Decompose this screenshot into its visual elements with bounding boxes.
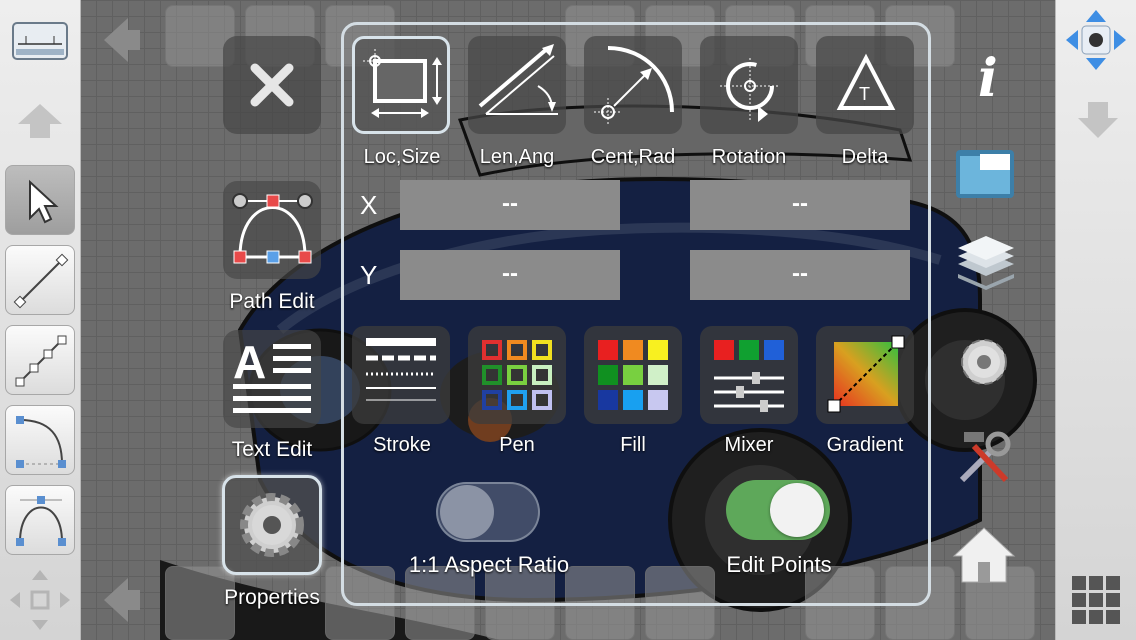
left-toolbar bbox=[0, 0, 81, 640]
tab-rotation-label: Rotation bbox=[711, 146, 787, 168]
close-icon bbox=[250, 63, 294, 107]
pen-palette-icon bbox=[482, 340, 552, 410]
text-edit-label: Text Edit bbox=[231, 438, 313, 461]
tab-rotation[interactable] bbox=[700, 36, 798, 134]
arc-tool[interactable] bbox=[5, 405, 75, 475]
delta-icon: T bbox=[836, 53, 896, 110]
curve-tool[interactable] bbox=[5, 485, 75, 555]
right-toolbar bbox=[1055, 0, 1136, 640]
move-pan-icon[interactable] bbox=[8, 568, 72, 632]
scroll-up-icon[interactable] bbox=[16, 100, 64, 140]
stroke-icon bbox=[366, 338, 436, 401]
stroke-label: Stroke bbox=[373, 434, 431, 456]
line-tool[interactable] bbox=[5, 245, 75, 315]
y-value-field-2[interactable]: -- bbox=[690, 250, 910, 300]
settings-gear-icon[interactable] bbox=[952, 330, 1016, 394]
svg-text:i: i bbox=[978, 48, 998, 108]
tools-icon[interactable] bbox=[952, 426, 1016, 490]
aspect-ratio-toggle-knob bbox=[440, 485, 494, 539]
polyline-icon bbox=[15, 335, 67, 387]
rotation-icon bbox=[720, 58, 780, 122]
polyline-tool[interactable] bbox=[5, 325, 75, 395]
tab-delta-label: Delta bbox=[841, 146, 889, 168]
stroke-button[interactable] bbox=[352, 326, 450, 424]
x-axis-label: X bbox=[360, 190, 378, 220]
bezier-curve-icon bbox=[16, 496, 66, 546]
pen-button[interactable] bbox=[468, 326, 566, 424]
mixer-icon bbox=[714, 340, 784, 412]
select-tool[interactable] bbox=[5, 165, 75, 235]
tab-loc-size[interactable] bbox=[352, 36, 450, 134]
home-icon[interactable] bbox=[952, 524, 1016, 588]
mixer-button[interactable] bbox=[700, 326, 798, 424]
x-value-field-2[interactable]: -- bbox=[690, 180, 910, 230]
properties-label: Properties bbox=[224, 586, 320, 609]
tab-len-ang[interactable] bbox=[468, 36, 566, 134]
folder-icon[interactable] bbox=[954, 140, 1018, 204]
arrow-cursor-icon bbox=[29, 179, 59, 224]
tab-delta[interactable]: T bbox=[816, 36, 914, 134]
path-edit-label: Path Edit bbox=[229, 290, 315, 313]
aspect-ratio-label: 1:1 Aspect Ratio bbox=[408, 552, 570, 577]
edit-points-label: Edit Points bbox=[726, 552, 832, 577]
gear-icon bbox=[240, 493, 304, 557]
line-icon bbox=[13, 253, 69, 309]
fill-label: Fill bbox=[620, 434, 646, 456]
back-arrow-icon bbox=[104, 18, 140, 62]
tab-len-ang-label: Len,Ang bbox=[479, 146, 555, 168]
path-edit-icon bbox=[232, 193, 313, 264]
close-button[interactable] bbox=[223, 36, 321, 134]
center-radius-icon bbox=[594, 46, 674, 126]
loc-size-icon bbox=[363, 49, 442, 118]
tab-cent-rad-label: Cent,Rad bbox=[590, 146, 676, 168]
arc-icon bbox=[16, 416, 66, 468]
gradient-label: Gradient bbox=[826, 434, 904, 456]
layers-icon[interactable] bbox=[954, 236, 1018, 300]
properties-button[interactable] bbox=[222, 475, 322, 575]
scroll-down-icon[interactable] bbox=[1076, 100, 1120, 140]
pen-label: Pen bbox=[499, 434, 535, 456]
nudge-pad-icon[interactable] bbox=[1064, 8, 1128, 72]
fill-palette-icon bbox=[598, 340, 668, 410]
gradient-button[interactable] bbox=[816, 326, 914, 424]
fill-button[interactable] bbox=[584, 326, 682, 424]
y-value-field-1[interactable]: -- bbox=[400, 250, 620, 300]
path-edit-button[interactable] bbox=[223, 181, 321, 279]
aspect-ratio-toggle[interactable] bbox=[436, 482, 540, 542]
edit-points-toggle[interactable] bbox=[726, 480, 830, 540]
length-angle-icon bbox=[478, 44, 558, 115]
text-edit-icon: A bbox=[233, 336, 311, 413]
gradient-icon bbox=[827, 335, 905, 413]
tab-loc-size-label: Loc,Size bbox=[363, 146, 441, 168]
svg-text:T: T bbox=[859, 84, 870, 104]
edit-points-toggle-knob bbox=[770, 483, 824, 537]
info-icon[interactable]: i bbox=[960, 44, 1024, 109]
ruler-icon[interactable] bbox=[12, 22, 68, 60]
svg-text:A: A bbox=[233, 336, 266, 388]
mixer-label: Mixer bbox=[724, 434, 774, 456]
text-edit-button[interactable]: A bbox=[223, 330, 321, 428]
back-arrow-bottom-icon bbox=[104, 578, 140, 622]
grid-menu-icon[interactable] bbox=[1070, 574, 1134, 638]
y-axis-label: Y bbox=[360, 260, 378, 290]
tab-cent-rad[interactable] bbox=[584, 36, 682, 134]
x-value-field-1[interactable]: -- bbox=[400, 180, 620, 230]
